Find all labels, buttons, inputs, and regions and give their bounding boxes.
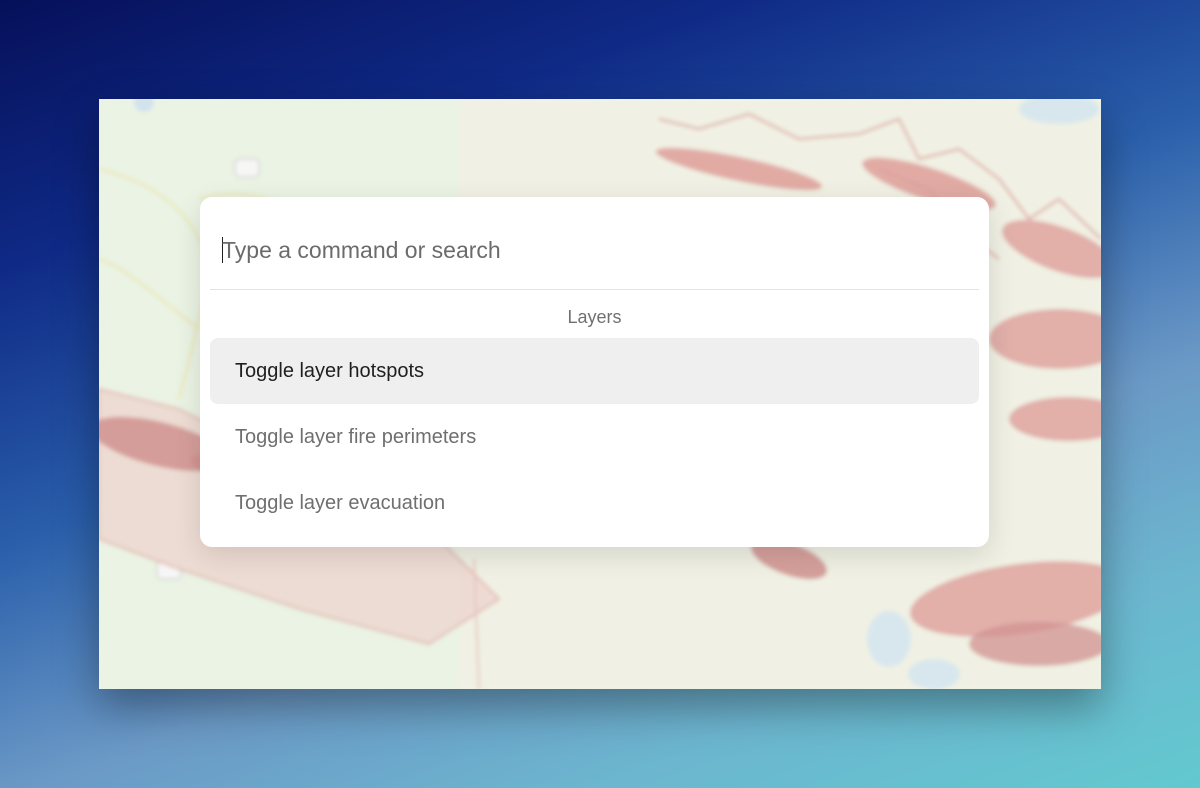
command-item-label: Toggle layer evacuation — [235, 491, 446, 514]
command-search-input[interactable] — [222, 231, 962, 269]
command-item-toggle-fire-perimeters[interactable]: Toggle layer fire perimeters — [210, 404, 979, 470]
group-heading-layers: Layers — [567, 307, 622, 327]
command-item-toggle-evacuation[interactable]: Toggle layer evacuation — [210, 470, 979, 536]
command-palette: Layers Toggle layer hotspots Toggle laye… — [200, 197, 989, 547]
map-window: Layers Toggle layer hotspots Toggle laye… — [99, 99, 1101, 689]
search-row — [210, 197, 979, 290]
command-item-label: Toggle layer fire perimeters — [235, 425, 477, 448]
command-item-toggle-hotspots[interactable]: Toggle layer hotspots — [210, 338, 979, 404]
command-item-label: Toggle layer hotspots — [235, 359, 425, 382]
